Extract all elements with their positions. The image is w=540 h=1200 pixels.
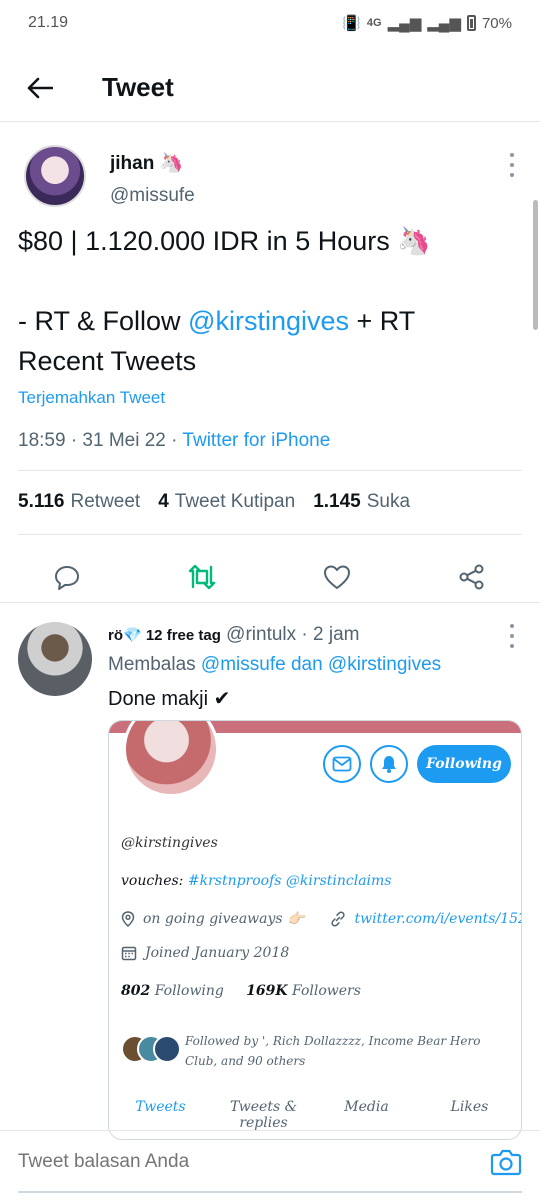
vibrate-icon: 📳 — [342, 15, 361, 32]
tweet-text: $80 | 1.120.000 IDR in 5 Hours 🦄 - RT & … — [18, 221, 518, 381]
tweet-text-line: Recent Tweets — [18, 346, 197, 376]
notification-bell-icon — [370, 745, 408, 783]
tweet-text-fragment: + RT — [349, 306, 416, 336]
reply-input[interactable] — [18, 1150, 458, 1173]
page-title: Tweet — [102, 72, 174, 102]
reply-author-name[interactable]: rö💎 12 free tag — [108, 627, 221, 644]
like-heart-icon[interactable] — [311, 551, 363, 603]
divider — [18, 534, 522, 535]
following-count: 802 — [121, 983, 151, 999]
profile-tabs: Tweets Tweets & replies Media Likes — [109, 1099, 521, 1131]
link-icon — [331, 911, 346, 927]
tab-tweets: Tweets — [135, 1099, 186, 1115]
reply-handle-time: @rintulx · 2 jam — [226, 624, 360, 645]
attached-image[interactable]: Following @kirstingives vouches: #krstnp… — [108, 720, 522, 1140]
location-pin-icon — [121, 911, 135, 927]
reply-header: rö💎 12 free tag @rintulx · 2 jam — [108, 624, 360, 646]
reply-author-avatar[interactable] — [18, 622, 92, 696]
tweet-source-link[interactable]: Twitter for iPhone — [182, 430, 330, 451]
profile-joined-row: Joined January 2018 — [121, 945, 289, 961]
back-arrow-icon[interactable] — [20, 68, 60, 108]
tweet-time-date: 18:59 · 31 Mei 22 · — [18, 430, 183, 451]
profile-location: on going giveaways 👉🏻 — [143, 911, 305, 927]
profile-handle: @kirstingives — [121, 835, 218, 851]
reply-more-options-icon[interactable] — [508, 624, 516, 648]
divider — [18, 470, 522, 471]
signal-icon-2: ▂▄▆ — [427, 15, 461, 32]
replying-to-mentions[interactable]: @missufe dan @kirstingives — [201, 654, 441, 675]
like-label: Suka — [366, 491, 411, 512]
reply-input-underline — [18, 1191, 522, 1193]
battery-percent: 70% — [481, 14, 512, 32]
retweet-label: Retweet — [70, 491, 141, 512]
profile-avatar — [123, 721, 219, 797]
tweet-text-line: - RT & Follow @kirstingives + RT — [18, 301, 518, 341]
bio-tags: #krstnproofs @kirstinclaims — [187, 873, 392, 889]
signal-icon: ▂▄▆ — [387, 15, 422, 32]
retweet-stat[interactable]: 5.116 Retweet — [18, 491, 140, 513]
tweet-text-blank — [18, 261, 518, 301]
profile-follow-stats: 802 Following 169K Followers — [121, 983, 361, 999]
tweet-text-line: $80 | 1.120.000 IDR in 5 Hours 🦄 — [18, 226, 431, 256]
followers-count: 169K — [246, 983, 288, 999]
tweet-actions — [0, 551, 540, 603]
more-options-icon[interactable] — [508, 153, 516, 177]
author-name[interactable]: jihan 🦄 — [110, 151, 183, 175]
calendar-icon — [121, 946, 137, 961]
profile-location-row: on going giveaways 👉🏻 twitter.com/i/even… — [121, 911, 521, 927]
author-avatar[interactable] — [24, 145, 86, 207]
battery-icon — [466, 15, 476, 31]
profile-joined: Joined January 2018 — [145, 945, 290, 961]
tab-likes: Likes — [450, 1099, 489, 1115]
profile-bio: vouches: #krstnproofs @kirstinclaims — [121, 873, 391, 889]
reply-composer — [0, 1130, 540, 1192]
following-button: Following — [417, 745, 511, 783]
bio-prefix: vouches: — [121, 873, 188, 889]
status-bar: 21.19 📳 4G ▂▄▆ ▂▄▆ 70% — [0, 0, 540, 46]
quote-count: 4 — [158, 491, 169, 512]
retweet-icon[interactable] — [176, 551, 228, 603]
top-app-bar: Tweet — [0, 54, 540, 122]
tweet-stats: 5.116 Retweet 4 Tweet Kutipan 1.145 Suka — [18, 491, 410, 513]
followers-label: Followers — [292, 983, 361, 999]
following-label: Following — [154, 983, 224, 999]
replying-to: Membalas @missufe dan @kirstingives — [108, 654, 441, 676]
tweet-timestamp: 18:59 · 31 Mei 22 · Twitter for iPhone — [18, 430, 330, 452]
mention-link[interactable]: @kirstingives — [188, 306, 349, 336]
followed-by-text: Followed by ', Rich Dollazzzz, Income Be… — [185, 1034, 481, 1068]
status-icons: 📳 4G ▂▄▆ ▂▄▆ 70% — [342, 14, 512, 33]
profile-link: twitter.com/i/events/15231... — [354, 911, 521, 927]
message-icon — [323, 745, 361, 783]
reply-text: Done makji ✔ — [108, 688, 231, 710]
tweet-text-fragment: - RT & Follow — [18, 306, 189, 336]
translate-tweet-link[interactable]: Terjemahkan Tweet — [18, 388, 165, 408]
network-type: 4G — [366, 17, 382, 29]
like-count: 1.145 — [313, 491, 361, 512]
followed-by-avatars — [121, 1035, 183, 1063]
reply-icon[interactable] — [41, 551, 93, 603]
like-stat[interactable]: 1.145 Suka — [313, 491, 410, 513]
quote-stat[interactable]: 4 Tweet Kutipan — [158, 491, 295, 513]
quote-label: Tweet Kutipan — [174, 491, 296, 512]
author-handle[interactable]: @missufe — [110, 185, 195, 207]
camera-icon[interactable] — [490, 1147, 522, 1177]
tab-media: Media — [344, 1099, 389, 1115]
tab-tweets-replies: Tweets & replies — [229, 1099, 298, 1131]
scrollbar-thumb[interactable] — [533, 200, 538, 330]
share-icon[interactable] — [446, 551, 498, 603]
replying-prefix: Membalas — [108, 654, 201, 675]
section-divider — [0, 602, 540, 603]
retweet-count: 5.116 — [18, 491, 65, 512]
status-time: 21.19 — [28, 14, 69, 31]
